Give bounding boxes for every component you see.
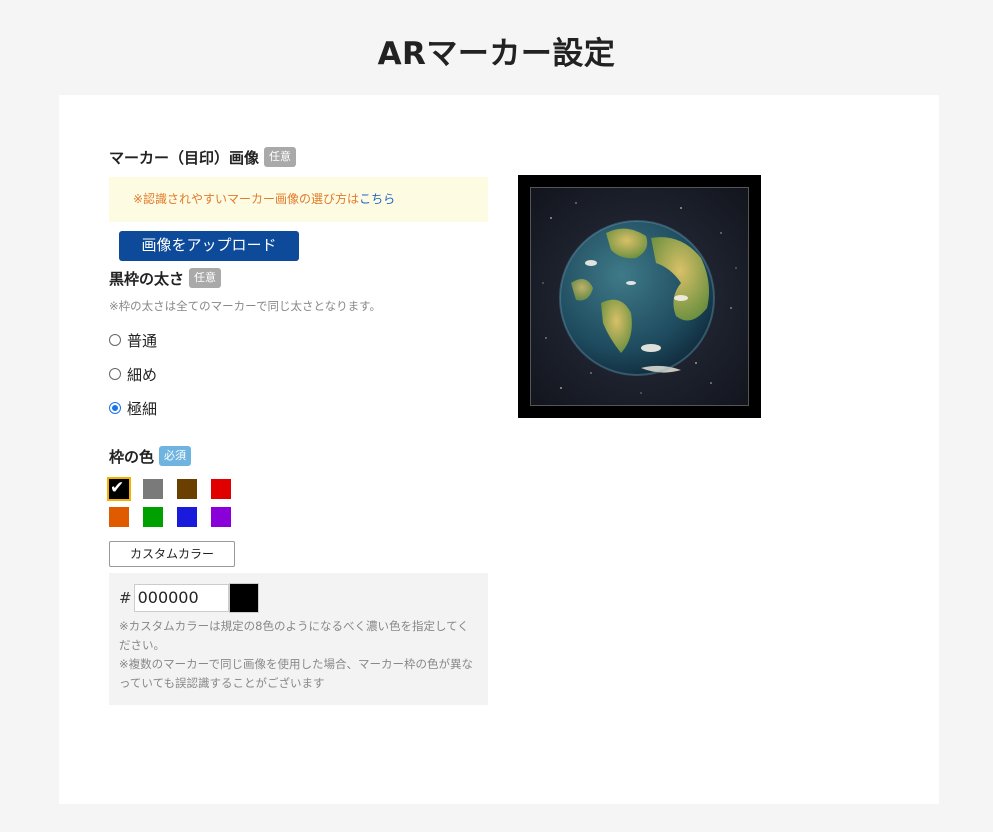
color-swatch[interactable]: ✔ [107, 477, 131, 501]
custom-color-panel: # 000000 ※カスタムカラーは規定の8色のようになるべく濃い色を指定してく… [109, 573, 488, 705]
color-swatch[interactable] [143, 507, 163, 527]
settings-card: マーカー（目印）画像 任意 ※認識されやすいマーカー画像の選び方はこちら 画像を… [59, 95, 939, 804]
radio-label: 普通 [127, 331, 158, 350]
frame-color-label: 枠の色 [109, 447, 155, 466]
thickness-radio-group: 普通 細め 極細 [109, 330, 488, 418]
optional-badge: 任意 [264, 147, 297, 167]
radio-label: 細め [127, 365, 158, 384]
marker-image-heading: マーカー（目印）画像 任意 [109, 145, 488, 169]
marker-image-label: マーカー（目印）画像 [109, 148, 260, 167]
thickness-label: 黒枠の太さ [109, 269, 185, 288]
radio-button[interactable] [109, 334, 121, 346]
radio-label: 極細 [127, 399, 158, 418]
hex-color-input[interactable]: 000000 [133, 584, 229, 612]
radio-option-extra-thin[interactable]: 極細 [109, 398, 488, 418]
radio-button[interactable] [109, 368, 121, 380]
custom-color-note-line: ※複数のマーカーで同じ画像を使用した場合、マーカー枠の色が異なっていても誤認識す… [119, 657, 473, 690]
marker-hint-box: ※認識されやすいマーカー画像の選び方はこちら [109, 177, 488, 222]
earth-globe-icon [530, 187, 749, 406]
custom-color-button[interactable]: カスタムカラー [109, 541, 235, 567]
color-swatch[interactable] [177, 479, 197, 499]
radio-option-thin[interactable]: 細め [109, 364, 488, 384]
page-title: ARマーカー設定 [377, 36, 616, 72]
optional-badge: 任意 [189, 268, 222, 288]
color-swatch[interactable] [109, 507, 129, 527]
marker-hint-link[interactable]: こちら [359, 192, 395, 206]
thickness-note: ※枠の太さは全てのマーカーで同じ太さとなります。 [109, 299, 381, 313]
radio-button-checked[interactable] [109, 402, 121, 414]
custom-color-note: ※カスタムカラーは規定の8色のようになるべく濃い色を指定してください。 ※複数の… [119, 617, 478, 693]
radio-option-normal[interactable]: 普通 [109, 330, 488, 350]
marker-hint-text: ※認識されやすいマーカー画像の選び方は [133, 192, 360, 206]
hash-symbol: # [119, 589, 132, 607]
thickness-heading: 黒枠の太さ 任意 [109, 266, 488, 290]
color-swatch[interactable] [211, 507, 231, 527]
upload-image-button[interactable]: 画像をアップロード [119, 231, 299, 261]
settings-form: マーカー（目印）画像 任意 ※認識されやすいマーカー画像の選び方はこちら 画像を… [107, 145, 488, 705]
color-swatch-grid: ✔ [107, 477, 488, 527]
required-badge: 必須 [159, 446, 192, 466]
color-swatch[interactable] [211, 479, 231, 499]
hex-row: # 000000 [119, 583, 478, 613]
marker-preview-frame [518, 175, 761, 418]
color-swatch[interactable] [177, 507, 197, 527]
color-swatch[interactable] [143, 479, 163, 499]
frame-color-heading: 枠の色 必須 [109, 444, 488, 468]
custom-color-note-line: ※カスタムカラーは規定の8色のようになるべく濃い色を指定してください。 [119, 619, 469, 652]
color-preview-swatch[interactable] [228, 583, 259, 613]
checkmark-icon: ✔ [110, 478, 125, 498]
